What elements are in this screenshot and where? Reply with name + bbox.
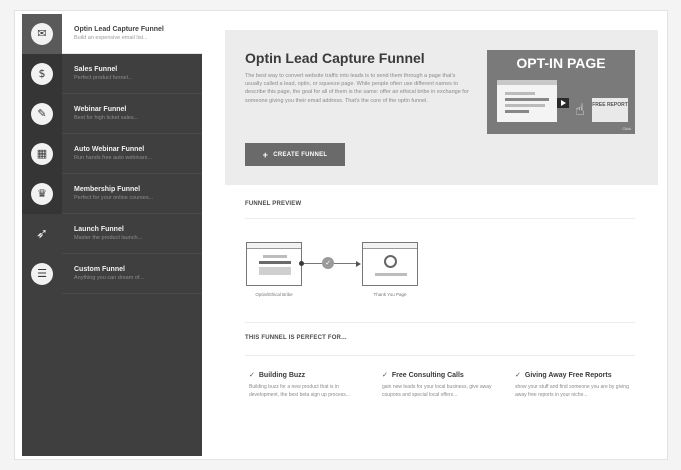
create-funnel-button[interactable]: + CREATE FUNNEL bbox=[245, 143, 345, 166]
preview-step-thank-you[interactable] bbox=[362, 242, 418, 286]
sidebar-item-webinar-funnel[interactable]: ✎ Webinar Funnel Best for high ticket sa… bbox=[22, 93, 202, 134]
free-report-card: FREE REPORT bbox=[592, 98, 628, 122]
preview-step-label: Thank You Page bbox=[373, 292, 407, 297]
sidebar-item-title: Launch Funnel bbox=[74, 226, 124, 233]
perfect-for-item: ✓ Giving Away Free Reports show your stuf… bbox=[515, 370, 630, 399]
sidebar-item-optin-funnel[interactable]: ✉ Optin Lead Capture Funnel Build an exp… bbox=[22, 13, 202, 54]
sidebar-item-membership-funnel[interactable]: ♛ Membership Funnel Perfect for your onl… bbox=[22, 173, 202, 214]
create-funnel-label: CREATE FUNNEL bbox=[273, 151, 328, 158]
sidebar-item-subtitle: Build an expensive email list... bbox=[74, 35, 148, 41]
perfect-item-title: Free Consulting Calls bbox=[391, 372, 464, 379]
envelope-icon: ✉ bbox=[31, 22, 53, 45]
divider bbox=[245, 322, 635, 323]
sidebar-item-sales-funnel[interactable]: $ Sales Funnel Perfect product funnel... bbox=[22, 53, 202, 94]
divider bbox=[245, 355, 635, 356]
connector-line bbox=[304, 263, 322, 264]
sidebar-item-auto-webinar-funnel[interactable]: ▦ Auto Webinar Funnel Run hands free aut… bbox=[22, 133, 202, 174]
preview-step-optin[interactable] bbox=[246, 242, 302, 286]
perfect-item-title: Building Buzz bbox=[258, 372, 306, 379]
sidebar-item-launch-funnel[interactable]: ➶ Launch Funnel Master the product launc… bbox=[22, 213, 202, 254]
sidebar-item-subtitle: Anything you can dream of... bbox=[74, 275, 145, 281]
sidebar-item-title: Auto Webinar Funnel bbox=[74, 146, 145, 153]
sidebar-item-title: Optin Lead Capture Funnel bbox=[74, 26, 164, 33]
check-icon: ✓ bbox=[515, 371, 521, 379]
perfect-item-desc: show your stuff and find someone you are… bbox=[515, 384, 629, 398]
sidebar-item-subtitle: Run hands free auto webinars... bbox=[74, 155, 152, 161]
perfect-for-item: ✓ Free Consulting Calls gain new leads fo… bbox=[382, 370, 497, 399]
browser-window-graphic bbox=[497, 80, 557, 122]
sidebar-item-custom-funnel[interactable]: ☰ Custom Funnel Anything you can dream o… bbox=[22, 253, 202, 294]
funnel-description: The best way to convert website traffic … bbox=[245, 73, 469, 104]
perfect-for-label: THIS FUNNEL IS PERFECT FOR... bbox=[245, 335, 347, 341]
check-icon: ✓ bbox=[249, 371, 255, 379]
sidebar-item-subtitle: Perfect product funnel... bbox=[74, 75, 133, 81]
sidebar-item-title: Membership Funnel bbox=[74, 186, 141, 193]
ticket-icon: ✎ bbox=[31, 102, 53, 125]
video-play-icon bbox=[557, 98, 569, 108]
sidebar-item-subtitle: Best for high ticket sales... bbox=[74, 115, 139, 121]
plus-icon: + bbox=[262, 149, 269, 160]
funnel-type-sidebar: ✉ Optin Lead Capture Funnel Build an exp… bbox=[22, 13, 202, 456]
sidebar-item-subtitle: Master the product launch... bbox=[74, 235, 143, 241]
thumbnail-corner-label: Click bbox=[622, 126, 631, 131]
list-icon: ☰ bbox=[31, 262, 53, 285]
funnel-hero-panel: Optin Lead Capture Funnel The best way t… bbox=[225, 30, 658, 185]
rocket-icon: ➶ bbox=[36, 225, 48, 242]
check-icon: ✓ bbox=[382, 371, 388, 379]
hand-icon: ☝ bbox=[575, 100, 585, 119]
perfect-for-item: ✓ Building Buzz Building buzz for a new p… bbox=[249, 370, 364, 399]
dollar-icon: $ bbox=[31, 62, 53, 85]
perfect-item-title: Giving Away Free Reports bbox=[524, 372, 612, 379]
thumbnail-title: OPT-IN PAGE bbox=[516, 55, 606, 71]
sidebar-item-title: Custom Funnel bbox=[74, 266, 125, 273]
calendar-icon: ▦ bbox=[31, 142, 53, 165]
sidebar-item-title: Sales Funnel bbox=[74, 66, 118, 73]
perfect-item-desc: Building buzz for a new product that is … bbox=[249, 384, 350, 398]
check-icon: ✓ bbox=[322, 257, 334, 269]
perfect-item-desc: gain new leads for your local business, … bbox=[382, 384, 492, 398]
funnel-preview-label: FUNNEL PREVIEW bbox=[245, 201, 302, 207]
connector-line bbox=[334, 263, 356, 264]
check-circle-icon bbox=[384, 255, 397, 268]
trophy-icon: ♛ bbox=[31, 182, 53, 205]
preview-step-label: Optin/Ethical Bribe bbox=[255, 292, 293, 297]
sidebar-item-title: Webinar Funnel bbox=[74, 106, 127, 113]
sidebar-item-subtitle: Perfect for your online courses... bbox=[74, 195, 154, 201]
arrow-right-icon bbox=[356, 261, 361, 267]
page-title: Optin Lead Capture Funnel bbox=[245, 50, 425, 66]
divider bbox=[245, 218, 635, 219]
optin-page-thumbnail: OPT-IN PAGE ☝ FREE REPORT Click bbox=[487, 50, 635, 134]
